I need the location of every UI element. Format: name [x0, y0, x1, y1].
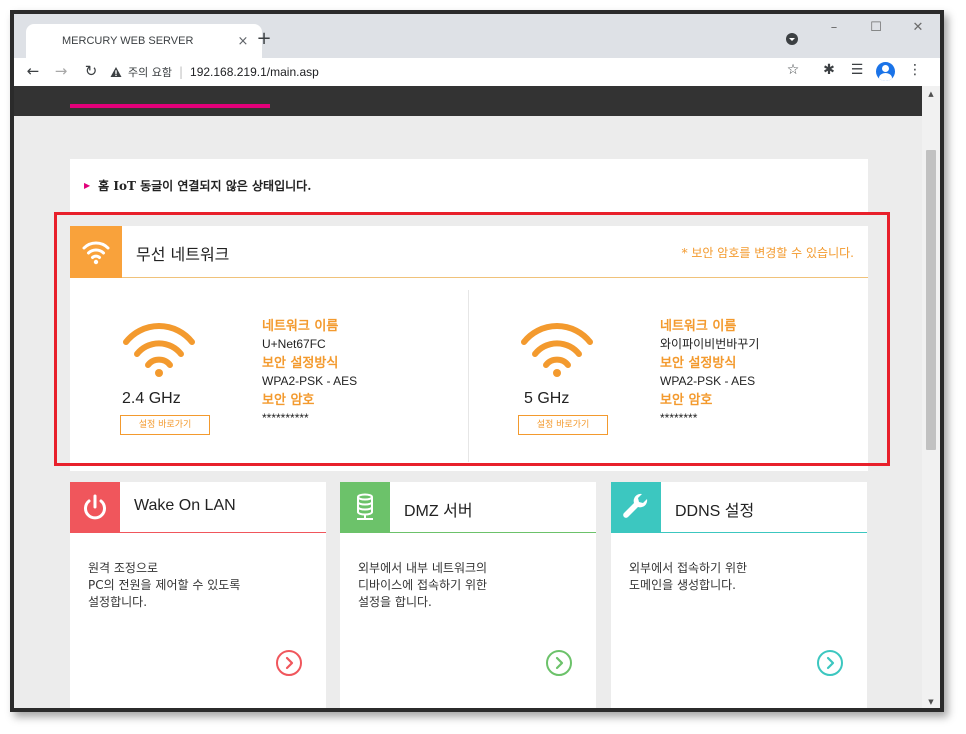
go-arrow-icon[interactable]: [817, 650, 843, 676]
card-divider: [611, 532, 867, 533]
highlight-frame: [54, 212, 890, 466]
scroll-down-icon[interactable]: ▼: [922, 698, 940, 706]
card-title: DMZ 서버: [404, 503, 473, 520]
go-arrow-icon[interactable]: [546, 650, 572, 676]
card-description-line: 디바이스에 접속하기 위한: [358, 578, 488, 592]
url-text[interactable]: 192.168.219.1/main.asp: [190, 65, 319, 79]
tab-search-icon[interactable]: [786, 33, 798, 45]
dmz-server-card[interactable]: DMZ 서버 외부에서 내부 네트워크의 디바이스에 접속하기 위한 설정을 합…: [340, 482, 596, 708]
reload-button[interactable]: ↻: [80, 62, 102, 80]
card-description-line: 외부에서 접속하기 위한: [629, 561, 748, 575]
card-title: Wake On LAN: [134, 497, 236, 514]
tab-close-icon[interactable]: ×: [234, 34, 252, 49]
top-navigation: [14, 86, 922, 116]
forward-button[interactable]: →: [50, 62, 72, 80]
tab-title: MERCURY WEB SERVER: [62, 35, 194, 47]
address-separator: |: [178, 65, 184, 79]
address-bar[interactable]: 주의 요함 | 192.168.219.1/main.asp: [110, 61, 796, 83]
wake-on-lan-card[interactable]: Wake On LAN 원격 조정으로 PC의 전원을 제어할 수 있도록 설정…: [70, 482, 326, 708]
scroll-up-icon[interactable]: ▲: [922, 90, 940, 98]
card-description-line: 원격 조정으로: [88, 561, 159, 575]
browser-menu-icon[interactable]: ⋮: [904, 62, 926, 78]
card-description-line: PC의 전원을 제어할 수 있도록: [88, 578, 241, 592]
page-viewport: ▲ ▼ ▶ 홈 IoT 동글이 연결되지 않은 상태입니다. 무선 네트워크 *…: [14, 86, 940, 708]
ddns-settings-card[interactable]: DDNS 설정 외부에서 접속하기 위한 도메인을 생성합니다.: [611, 482, 867, 708]
back-button[interactable]: ←: [22, 62, 44, 80]
card-description-line: 외부에서 내부 네트워크의: [358, 561, 488, 575]
card-description: 외부에서 내부 네트워크의 디바이스에 접속하기 위한 설정을 합니다.: [358, 560, 588, 611]
card-description: 원격 조정으로 PC의 전원을 제어할 수 있도록 설정합니다.: [88, 560, 318, 611]
card-divider: [340, 532, 596, 533]
maximize-button[interactable]: ☐: [864, 20, 888, 35]
bookmark-star-icon[interactable]: ☆: [782, 62, 804, 78]
extensions-icon[interactable]: ✱: [818, 62, 840, 78]
profile-avatar[interactable]: [876, 62, 895, 81]
browser-toolbar: ← → ↻ 주의 요함 | 192.168.219.1/main.asp ☆ ✱…: [14, 58, 940, 86]
card-description-line: 설정을 합니다.: [358, 595, 432, 609]
active-nav-indicator: [70, 104, 270, 108]
page-scrollbar[interactable]: ▲ ▼: [922, 86, 940, 708]
tab-strip: MERCURY WEB SERVER × + – ☐ ✕: [14, 14, 940, 58]
power-icon: [70, 482, 120, 532]
card-description: 외부에서 접속하기 위한 도메인을 생성합니다.: [629, 560, 859, 594]
iot-status-text: 홈 IoT 동글이 연결되지 않은 상태입니다.: [98, 179, 312, 193]
wrench-icon: [611, 482, 661, 532]
notice-arrow-icon: ▶: [84, 181, 91, 190]
close-window-button[interactable]: ✕: [906, 20, 930, 35]
iot-status-notice: ▶ 홈 IoT 동글이 연결되지 않은 상태입니다.: [70, 159, 868, 212]
card-title: DDNS 설정: [675, 503, 755, 520]
browser-window: MERCURY WEB SERVER × + – ☐ ✕ ← → ↻ 주의 요함…: [10, 10, 944, 712]
card-divider: [70, 532, 326, 533]
go-arrow-icon[interactable]: [276, 650, 302, 676]
scrollbar-thumb[interactable]: [926, 150, 936, 450]
reading-list-icon[interactable]: ☰: [846, 62, 868, 78]
security-warning[interactable]: 주의 요함: [128, 64, 172, 80]
minimize-button[interactable]: –: [822, 20, 846, 35]
card-description-line: 설정합니다.: [88, 595, 148, 609]
new-tab-button[interactable]: +: [252, 28, 276, 49]
warning-triangle-icon: [110, 67, 122, 77]
browser-tab[interactable]: MERCURY WEB SERVER ×: [26, 24, 262, 58]
database-icon: [340, 482, 390, 532]
card-description-line: 도메인을 생성합니다.: [629, 578, 736, 592]
